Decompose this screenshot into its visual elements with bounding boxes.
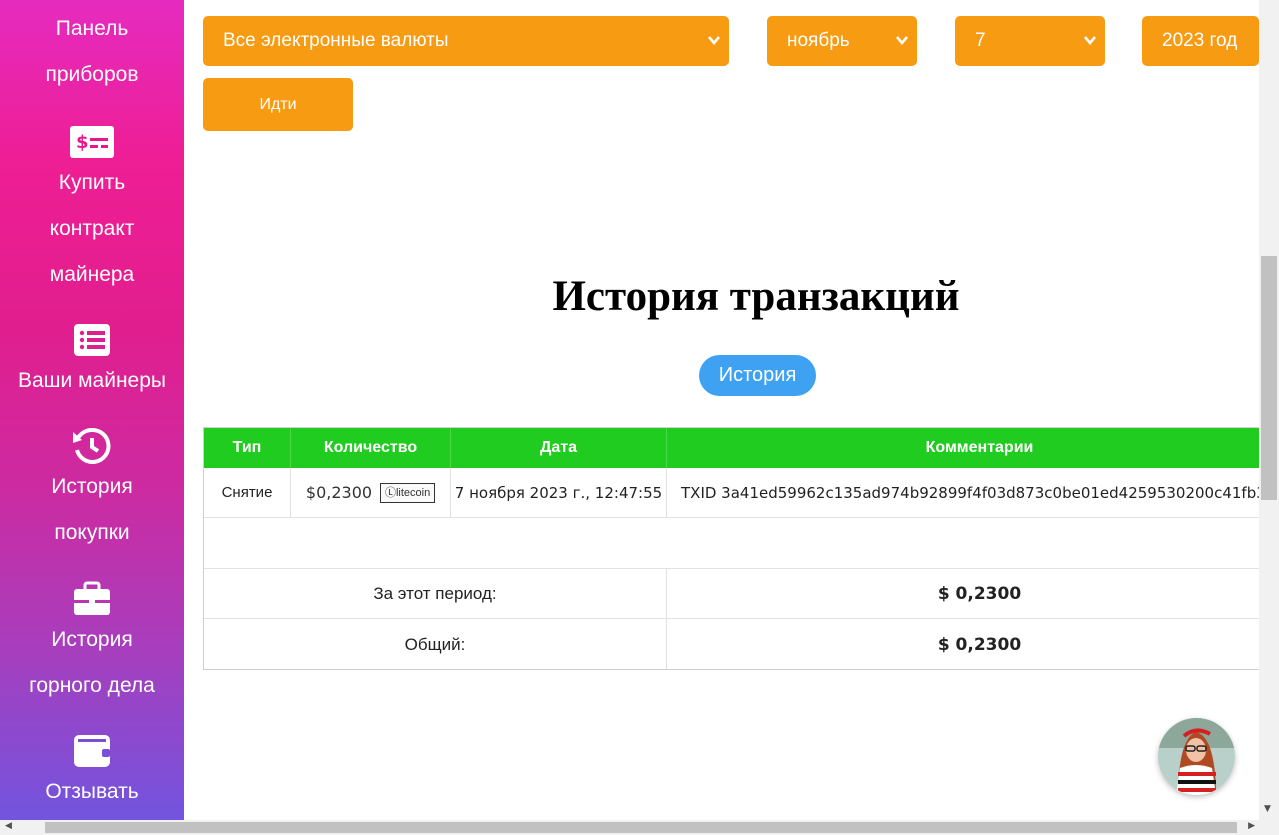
sidebar-item-label: контракт — [49, 217, 135, 240]
scroll-left-arrow-icon[interactable]: ◀ — [5, 821, 12, 831]
sidebar-item-label: Купить — [58, 171, 126, 194]
sidebar-item-dashboard[interactable]: Панель приборов — [0, 0, 184, 98]
currency-select-value: Все электронные валюты — [223, 30, 449, 51]
avatar-photo — [1158, 718, 1235, 795]
sidebar-item-label: История — [51, 475, 133, 498]
briefcase-icon — [74, 581, 110, 615]
history-button[interactable]: История — [699, 355, 816, 396]
sidebar-item-label: История — [51, 628, 133, 651]
grand-total-value: $ 0,2300 — [667, 619, 1278, 669]
sidebar-item-label: горного дела — [29, 674, 155, 697]
table-empty-row — [204, 518, 1278, 569]
history-icon — [73, 428, 111, 464]
money-card-icon: $ — [70, 126, 114, 158]
go-button[interactable]: Идти — [203, 78, 353, 131]
sidebar-item-purchase-history[interactable]: История покупки — [0, 428, 184, 556]
column-header-date: Дата — [451, 428, 667, 468]
currency-select[interactable]: Все электронные валюты — [203, 16, 729, 66]
sidebar-item-label: приборов — [45, 63, 139, 86]
chevron-down-icon — [896, 36, 908, 46]
day-select-value: 7 — [975, 30, 986, 51]
support-chat-avatar[interactable] — [1158, 718, 1235, 795]
month-select-value: ноябрь — [787, 30, 850, 51]
period-total-row: За этот период: $ 0,2300 — [204, 569, 1278, 619]
scroll-down-arrow-icon[interactable]: ▼ — [1264, 804, 1271, 814]
page-title: История транзакций — [552, 273, 960, 320]
horizontal-scrollbar[interactable]: ◀ ▶ — [0, 820, 1279, 835]
svg-text:$: $ — [76, 132, 89, 153]
year-select[interactable]: 2023 год — [1142, 16, 1259, 66]
horizontal-scrollbar-thumb[interactable] — [45, 822, 1237, 833]
vertical-scrollbar[interactable]: ▼ — [1259, 0, 1279, 820]
grand-total-label: Общий: — [204, 619, 667, 669]
table-header-row: Тип Количество Дата Комментарии — [204, 428, 1278, 468]
sidebar-item-withdraw[interactable]: Отзывать — [0, 733, 184, 815]
chevron-down-icon — [1084, 36, 1096, 46]
sidebar-item-label: Панель — [55, 17, 129, 40]
sidebar-item-mining-history[interactable]: История горного дела — [0, 581, 184, 709]
list-icon — [74, 324, 110, 356]
table-row: Снятие $0,2300 Ⓛlitecoin 7 ноября 2023 г… — [204, 468, 1278, 518]
row-date: 7 ноября 2023 г., 12:47:55 — [451, 468, 667, 517]
row-comment: TXID 3a41ed59962c135ad974b92899f4f03d873… — [667, 468, 1278, 517]
scroll-right-arrow-icon[interactable]: ▶ — [1248, 821, 1255, 831]
month-select[interactable]: ноябрь — [767, 16, 917, 66]
column-header-comments: Комментарии — [667, 428, 1278, 468]
transactions-table: Тип Количество Дата Комментарии Снятие $… — [203, 427, 1279, 670]
chevron-down-icon — [708, 36, 720, 46]
sidebar-item-label: Ваши майнеры — [18, 369, 166, 392]
litecoin-logo: Ⓛlitecoin — [380, 482, 436, 503]
row-amount-cell: $0,2300 Ⓛlitecoin — [291, 468, 451, 517]
sidebar-item-label: покупки — [54, 521, 130, 544]
row-amount: $0,2300 — [305, 483, 373, 502]
column-header-type: Тип — [204, 428, 291, 468]
grand-total-row: Общий: $ 0,2300 — [204, 619, 1278, 669]
period-total-label: За этот период: — [204, 569, 667, 618]
sidebar-item-label: майнера — [49, 263, 135, 286]
coin-badge-text: litecoin — [395, 486, 431, 499]
year-select-value: 2023 год — [1162, 30, 1238, 51]
column-header-amount: Количество — [291, 428, 451, 468]
vertical-scrollbar-thumb[interactable] — [1261, 256, 1277, 500]
day-select[interactable]: 7 — [955, 16, 1105, 66]
period-total-value: $ 0,2300 — [667, 569, 1278, 618]
sidebar-item-buy-contract[interactable]: $ Купить контракт майнера — [0, 124, 184, 298]
sidebar: Панель приборов $ Купить контракт майнер… — [0, 0, 184, 820]
sidebar-item-your-miners[interactable]: Ваши майнеры — [0, 322, 184, 404]
sidebar-item-label: Отзывать — [45, 780, 139, 803]
row-type: Снятие — [204, 468, 291, 517]
wallet-icon — [74, 735, 110, 767]
